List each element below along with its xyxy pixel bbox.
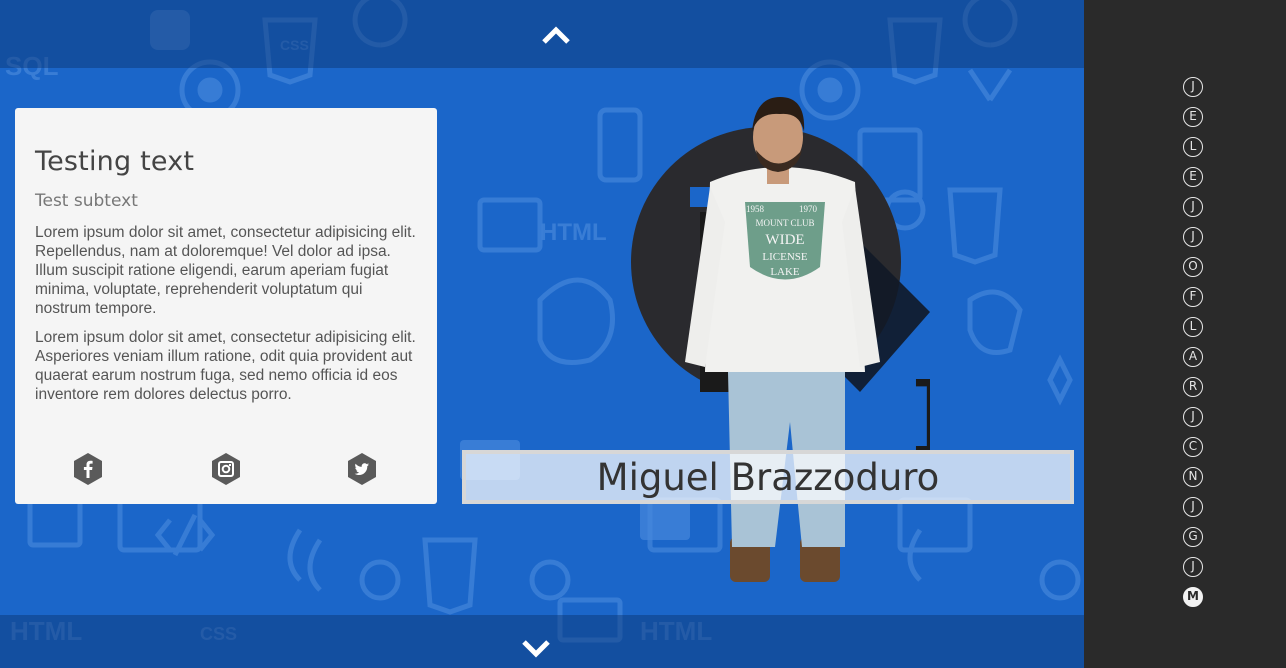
scroll-up-button[interactable] <box>536 20 576 50</box>
info-card: Testing text Test subtext Lorem ipsum do… <box>15 108 437 504</box>
slide-nav-dot[interactable]: R <box>1183 377 1203 397</box>
card-title: Testing text <box>35 146 195 177</box>
svg-text:HTML: HTML <box>540 219 607 246</box>
instagram-link[interactable] <box>210 452 242 486</box>
svg-text:WIDE: WIDE <box>765 232 804 248</box>
slide-nav-dot[interactable]: M <box>1183 587 1203 607</box>
slide-nav-dot[interactable]: J <box>1183 497 1203 517</box>
social-links <box>15 452 437 486</box>
card-paragraph: Lorem ipsum dolor sit amet, consectetur … <box>35 329 416 403</box>
svg-text:LAKE: LAKE <box>770 266 800 278</box>
svg-text:]: ] <box>915 365 930 454</box>
profile-name: Miguel Brazzoduro <box>596 455 940 499</box>
twitter-icon <box>348 453 376 485</box>
facebook-icon <box>74 453 102 485</box>
slide-nav-dot[interactable]: E <box>1183 107 1203 127</box>
facebook-link[interactable] <box>72 452 104 486</box>
slide-nav-dot[interactable]: C <box>1183 437 1203 457</box>
slide-nav-dot[interactable]: E <box>1183 167 1203 187</box>
instagram-icon <box>212 453 240 485</box>
profile-portrait: [ ] 1958 1970 MOUNT CLUB WIDE LICENSE LA… <box>631 97 930 582</box>
slide-nav-dot[interactable]: L <box>1183 137 1203 157</box>
slide-nav-dot[interactable]: F <box>1183 287 1203 307</box>
slide-nav-dot[interactable]: J <box>1183 557 1203 577</box>
chevron-up-icon <box>542 26 570 44</box>
slide-nav-dot[interactable]: A <box>1183 347 1203 367</box>
slide-nav-dot[interactable]: L <box>1183 317 1203 337</box>
slide-nav-dot[interactable]: J <box>1183 407 1203 427</box>
svg-text:MOUNT CLUB: MOUNT CLUB <box>755 218 814 228</box>
chevron-down-icon <box>522 640 550 658</box>
slide-nav-dot[interactable]: J <box>1183 77 1203 97</box>
card-paragraph: Lorem ipsum dolor sit amet, consectetur … <box>35 224 416 317</box>
slide-nav-sidebar: JELEJJOFLARJCNJGJM <box>1084 0 1286 668</box>
svg-text:LICENSE: LICENSE <box>762 251 808 263</box>
slide-nav-dot[interactable]: G <box>1183 527 1203 547</box>
slide-nav-dot[interactable]: O <box>1183 257 1203 277</box>
slide-nav-dot[interactable]: N <box>1183 467 1203 487</box>
card-subtitle: Test subtext <box>35 191 138 211</box>
hero-section: SQL CSS HTML HTML CSS HTML Testing text … <box>0 0 1084 668</box>
profile-name-box: Miguel Brazzoduro <box>462 450 1074 504</box>
svg-text:1970: 1970 <box>799 204 818 214</box>
slide-nav-dot[interactable]: J <box>1183 227 1203 247</box>
svg-text:1958: 1958 <box>746 204 765 214</box>
slide-nav-dot[interactable]: J <box>1183 197 1203 217</box>
scroll-down-button[interactable] <box>516 633 556 663</box>
twitter-link[interactable] <box>346 452 378 486</box>
